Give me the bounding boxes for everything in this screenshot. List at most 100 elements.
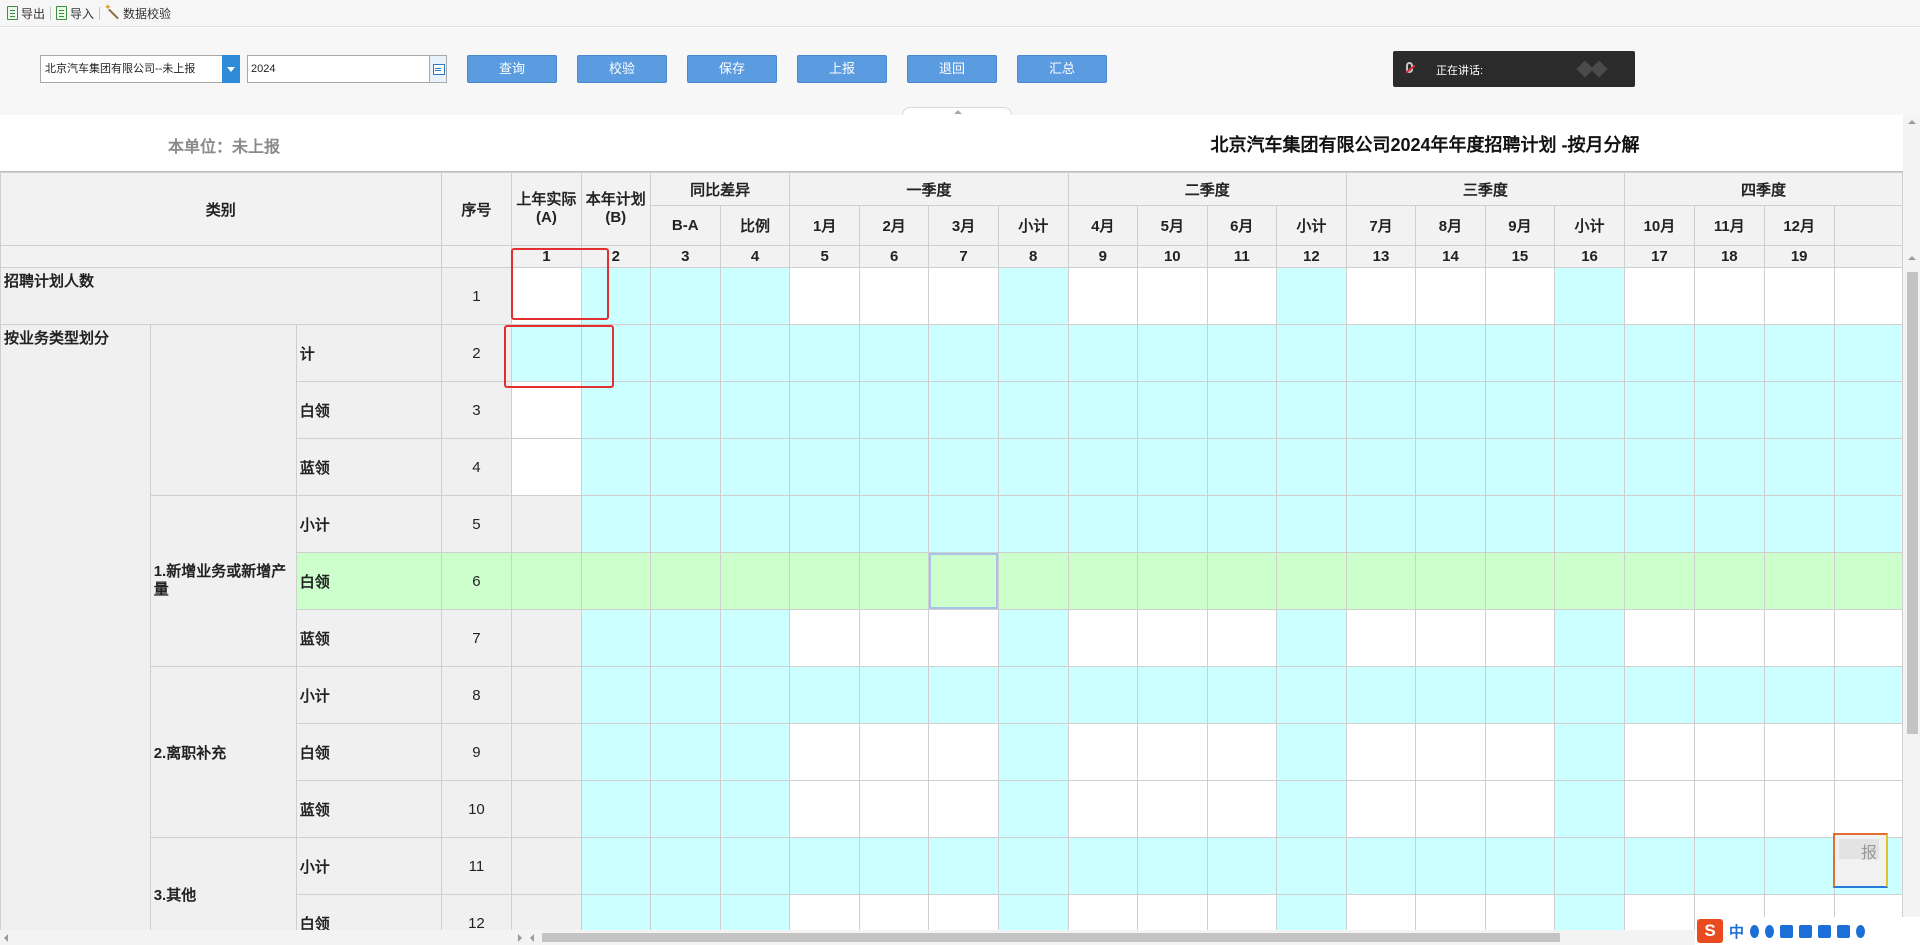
grid-cell[interactable] [1623, 552, 1695, 610]
check-button[interactable]: 校验 [577, 55, 667, 83]
grid-cell[interactable] [928, 780, 999, 838]
keyboard-icon[interactable] [1780, 924, 1794, 938]
horizontal-scrollbar[interactable] [0, 930, 1920, 945]
grid-cell[interactable] [511, 552, 582, 610]
query-button[interactable]: 查询 [467, 55, 557, 83]
scroll-left-icon[interactable] [530, 934, 534, 942]
grid-cell[interactable] [1623, 894, 1695, 930]
grid-cell[interactable] [789, 723, 860, 781]
grid-cell[interactable] [1763, 780, 1835, 838]
grid-cell[interactable] [1763, 723, 1835, 781]
microphone-icon[interactable] [1765, 924, 1775, 938]
grid-cell[interactable] [1067, 894, 1139, 930]
export-button[interactable]: 导出 [2, 3, 50, 23]
ime-toolbar[interactable]: S 中 [1695, 917, 1920, 945]
skin-icon[interactable] [1799, 924, 1813, 938]
grid-cell[interactable] [1345, 723, 1417, 781]
year-input[interactable]: 2024 [247, 55, 447, 83]
grid-cell[interactable] [1275, 552, 1347, 610]
grid-cell[interactable] [511, 438, 582, 496]
chevron-down-icon[interactable] [222, 55, 240, 83]
reject-button[interactable]: 退回 [907, 55, 997, 83]
data-validate-button[interactable]: 数据校验 [100, 2, 176, 23]
scroll-right-icon[interactable] [518, 934, 522, 942]
grid-cell[interactable] [1833, 723, 1903, 781]
grid-cell[interactable] [1484, 267, 1556, 325]
vertical-scroll-thumb[interactable] [1907, 272, 1918, 734]
grid-cell[interactable] [1137, 894, 1208, 930]
grid-cell[interactable] [1345, 552, 1417, 610]
grid-cell[interactable] [1833, 609, 1903, 667]
grid-cell[interactable] [1693, 609, 1765, 667]
grid-cell[interactable] [1415, 780, 1486, 838]
grid-cell[interactable] [1067, 723, 1139, 781]
grid-cell[interactable] [719, 552, 791, 610]
grid-cell[interactable] [1067, 267, 1139, 325]
unit-select[interactable]: 北京汽车集团有限公司--未上报 [40, 55, 240, 83]
grid-cell[interactable] [1206, 723, 1277, 781]
grid-icon[interactable] [1837, 924, 1851, 938]
import-button[interactable]: 导入 [51, 3, 99, 23]
grid-cell[interactable] [1206, 267, 1277, 325]
grid-cell[interactable] [1623, 609, 1695, 667]
collapse-panel-handle[interactable] [902, 107, 1012, 115]
grid-cell[interactable] [789, 780, 860, 838]
grid-cell[interactable] [1137, 780, 1208, 838]
grid-cell[interactable] [1345, 894, 1417, 930]
grid-cell[interactable] [1067, 552, 1139, 610]
grid-cell[interactable] [511, 381, 582, 439]
grid-cell[interactable] [928, 552, 999, 610]
floating-preview-widget[interactable]: 报 [1833, 833, 1888, 888]
grid-cell[interactable] [1345, 267, 1417, 325]
grid-cell[interactable] [649, 552, 721, 610]
scroll-up-icon[interactable] [1908, 256, 1916, 260]
grid-cell[interactable] [1623, 780, 1695, 838]
grid-cell[interactable] [858, 894, 930, 930]
horizontal-scroll-thumb[interactable] [542, 933, 1560, 942]
summary-button[interactable]: 汇总 [1017, 55, 1107, 83]
settings-icon[interactable] [1856, 924, 1866, 938]
calendar-icon[interactable] [429, 56, 446, 82]
vertical-scrollbar[interactable] [1903, 115, 1920, 930]
scroll-left-icon[interactable] [4, 934, 8, 942]
grid-cell[interactable] [1763, 267, 1835, 325]
grid-cell[interactable] [1693, 723, 1765, 781]
grid-cell[interactable] [997, 552, 1069, 610]
grid-cell[interactable] [1206, 894, 1277, 930]
grid-cell[interactable] [789, 552, 860, 610]
grid-cell[interactable] [789, 609, 860, 667]
grid-cell[interactable] [1415, 267, 1486, 325]
grid-cell[interactable] [1345, 609, 1417, 667]
grid-cell[interactable] [858, 267, 930, 325]
grid-cell[interactable] [1137, 723, 1208, 781]
grid-cell[interactable] [1484, 723, 1556, 781]
grid-cell[interactable] [1137, 267, 1208, 325]
grid-cell[interactable] [1484, 894, 1556, 930]
grid-cell[interactable] [1484, 552, 1556, 610]
grid-cell[interactable] [928, 267, 999, 325]
grid-cell[interactable] [1693, 267, 1765, 325]
grid-cell[interactable] [858, 609, 930, 667]
grid-cell[interactable] [1415, 723, 1486, 781]
grid-cell[interactable] [1137, 552, 1208, 610]
grid-cell[interactable] [1623, 723, 1695, 781]
grid-cell[interactable] [928, 723, 999, 781]
grid-cell[interactable] [858, 723, 930, 781]
grid-cell[interactable] [1067, 780, 1139, 838]
grid-cell[interactable] [1206, 552, 1277, 610]
game-icon[interactable] [1818, 924, 1832, 938]
grid-cell[interactable] [1623, 267, 1695, 325]
grid-cell[interactable] [1833, 780, 1903, 838]
submit-button[interactable]: 上报 [797, 55, 887, 83]
grid-cell[interactable] [928, 609, 999, 667]
grid-cell[interactable] [1833, 267, 1903, 325]
grid-cell[interactable] [1415, 552, 1486, 610]
scroll-up-icon[interactable] [1908, 120, 1916, 124]
grid-cell[interactable] [1833, 552, 1903, 610]
grid-cell[interactable] [1067, 609, 1139, 667]
grid-cell[interactable] [1763, 552, 1835, 610]
punctuation-icon[interactable] [1750, 924, 1760, 938]
grid-cell[interactable] [1693, 780, 1765, 838]
grid-cell[interactable] [789, 267, 860, 325]
grid-cell[interactable] [858, 780, 930, 838]
